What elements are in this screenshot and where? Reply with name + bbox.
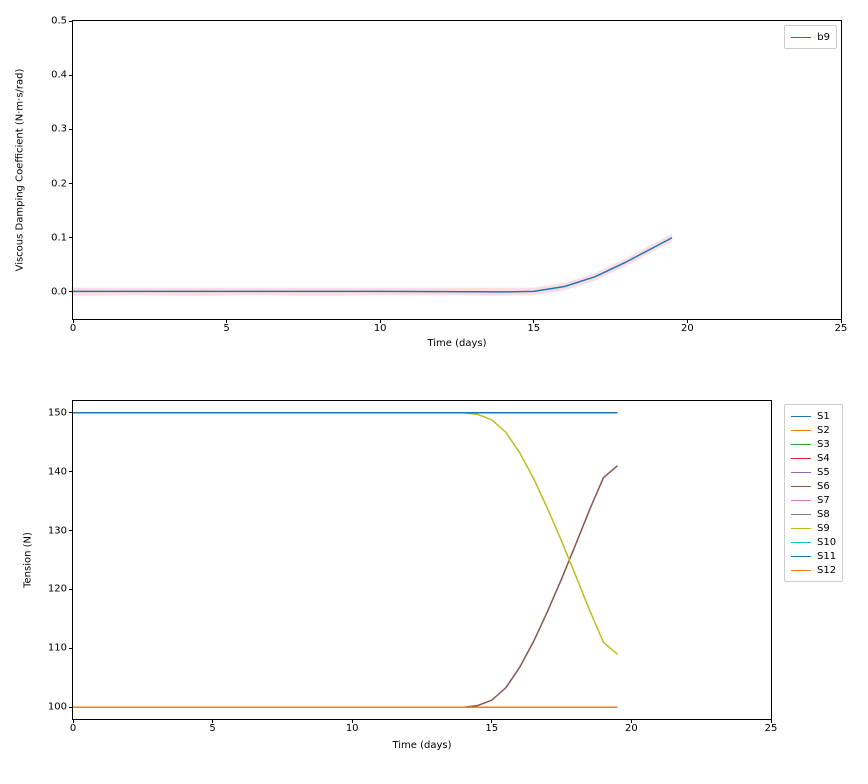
legend-entry-S12: S12 <box>791 563 836 577</box>
ytick-mark <box>69 75 73 76</box>
damping-plot-area <box>73 21 841 319</box>
tension-xlabel: Time (days) <box>392 740 451 751</box>
ytick-mark <box>69 237 73 238</box>
ytick-label: 130 <box>48 525 67 536</box>
legend-swatch-S6 <box>791 486 811 487</box>
xtick-label: 0 <box>70 723 76 734</box>
legend-label-b9: b9 <box>817 32 830 43</box>
xtick-label: 10 <box>374 323 387 334</box>
legend-swatch-S11 <box>791 556 811 557</box>
ytick-mark <box>69 707 73 708</box>
ytick-label: 120 <box>48 584 67 595</box>
legend-swatch-b9 <box>791 37 811 38</box>
legend-swatch-S10 <box>791 542 811 543</box>
legend-swatch-S12 <box>791 570 811 571</box>
ytick-label: 110 <box>48 643 67 654</box>
xtick-label: 15 <box>485 723 498 734</box>
ytick-label: 0.2 <box>51 178 67 189</box>
legend-label-S8: S8 <box>817 509 830 520</box>
legend-label-S5: S5 <box>817 467 830 478</box>
legend-label-S9: S9 <box>817 523 830 534</box>
damping-legend: b9 <box>784 25 837 49</box>
legend-entry-S8: S8 <box>791 507 836 521</box>
legend-label-S1: S1 <box>817 411 830 422</box>
legend-entry-b9: b9 <box>791 30 830 44</box>
legend-label-S12: S12 <box>817 565 836 576</box>
ytick-mark <box>69 412 73 413</box>
damping-chart: b9 05101520250.00.10.20.30.40.5 <box>72 20 842 320</box>
ytick-label: 100 <box>48 702 67 713</box>
xtick-label: 25 <box>835 323 848 334</box>
legend-swatch-S8 <box>791 514 811 515</box>
legend-label-S10: S10 <box>817 537 836 548</box>
xtick-label: 15 <box>527 323 540 334</box>
xtick-label: 5 <box>223 323 229 334</box>
legend-swatch-S7 <box>791 500 811 501</box>
legend-label-S6: S6 <box>817 481 830 492</box>
ytick-mark <box>69 183 73 184</box>
xtick-label: 20 <box>681 323 694 334</box>
legend-label-S7: S7 <box>817 495 830 506</box>
legend-entry-S10: S10 <box>791 535 836 549</box>
legend-label-S3: S3 <box>817 439 830 450</box>
xtick-label: 20 <box>625 723 638 734</box>
legend-entry-S3: S3 <box>791 437 836 451</box>
ytick-mark <box>69 530 73 531</box>
ytick-mark <box>69 291 73 292</box>
xtick-label: 25 <box>765 723 778 734</box>
legend-entry-S11: S11 <box>791 549 836 563</box>
legend-entry-S6: S6 <box>791 479 836 493</box>
legend-swatch-S3 <box>791 444 811 445</box>
xtick-label: 10 <box>346 723 359 734</box>
legend-swatch-S4 <box>791 458 811 459</box>
ytick-label: 0.3 <box>51 124 67 135</box>
legend-swatch-S2 <box>791 430 811 431</box>
tension-legend: S1 S2 S3 S4 S5 S6 S7 S8 S9 S10 S11 S12 <box>784 404 843 582</box>
legend-entry-S2: S2 <box>791 423 836 437</box>
legend-swatch-S9 <box>791 528 811 529</box>
legend-entry-S4: S4 <box>791 451 836 465</box>
ytick-mark <box>69 129 73 130</box>
figure: b9 05101520250.00.10.20.30.40.5 Time (da… <box>0 0 868 784</box>
ytick-mark <box>69 648 73 649</box>
tension-plot-area <box>73 401 771 719</box>
ytick-label: 150 <box>48 407 67 418</box>
series-S6 <box>73 466 617 707</box>
series-S9 <box>73 413 617 654</box>
damping-ylabel: Viscous Damping Coefficient (N·m·s/rad) <box>15 69 26 272</box>
legend-swatch-S5 <box>791 472 811 473</box>
xtick-label: 0 <box>70 323 76 334</box>
legend-label-S2: S2 <box>817 425 830 436</box>
confidence-band <box>73 234 672 296</box>
ytick-label: 0.0 <box>51 286 67 297</box>
legend-swatch-S1 <box>791 416 811 417</box>
legend-entry-S7: S7 <box>791 493 836 507</box>
ytick-label: 0.5 <box>51 16 67 27</box>
xtick-label: 5 <box>209 723 215 734</box>
legend-label-S4: S4 <box>817 453 830 464</box>
legend-entry-S5: S5 <box>791 465 836 479</box>
legend-label-S11: S11 <box>817 551 836 562</box>
damping-xlabel: Time (days) <box>427 338 486 349</box>
legend-entry-S1: S1 <box>791 409 836 423</box>
ytick-label: 0.4 <box>51 70 67 81</box>
ytick-label: 0.1 <box>51 232 67 243</box>
ytick-label: 140 <box>48 466 67 477</box>
ytick-mark <box>69 589 73 590</box>
ytick-mark <box>69 21 73 22</box>
ytick-mark <box>69 471 73 472</box>
tension-chart: 0510152025100110120130140150 <box>72 400 772 720</box>
legend-entry-S9: S9 <box>791 521 836 535</box>
tension-ylabel: Tension (N) <box>23 532 34 588</box>
